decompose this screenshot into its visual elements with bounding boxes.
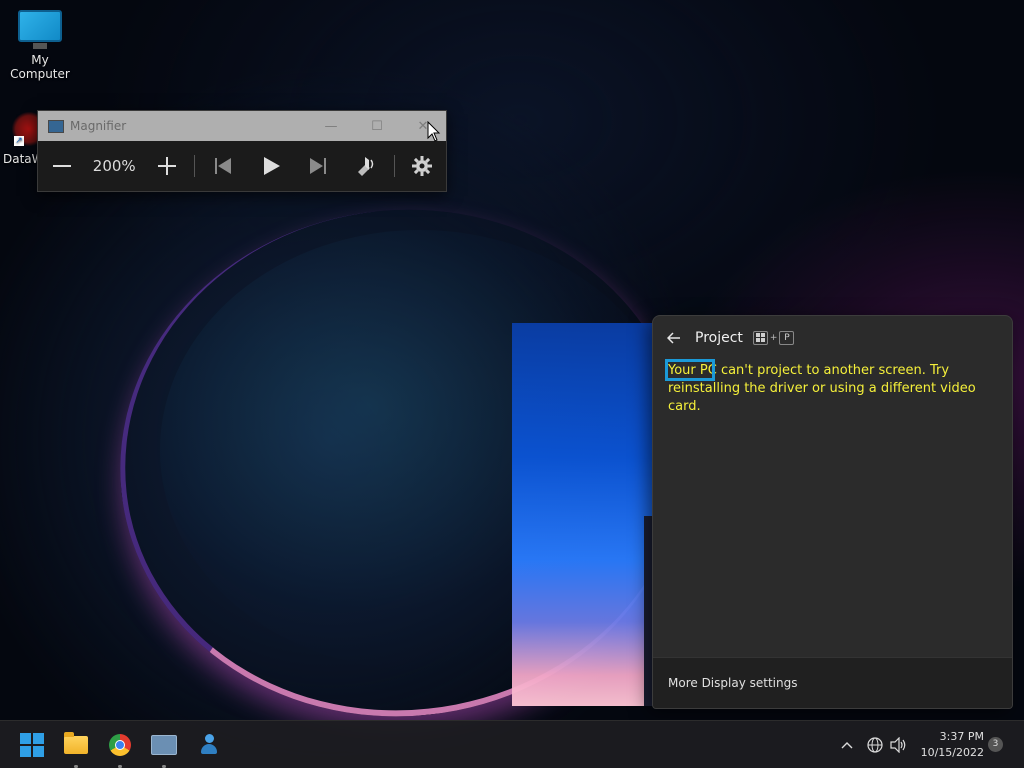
play-button[interactable]	[247, 141, 295, 191]
read-next-button[interactable]	[294, 141, 342, 191]
project-title: Project	[695, 330, 743, 346]
desktop-icon-dataw[interactable]: ↗ DataW	[0, 112, 46, 166]
taskbar-clock[interactable]: 3:37 PM 10/15/2022	[918, 729, 984, 761]
p-key-badge: P	[779, 331, 795, 345]
settings-button[interactable]	[398, 141, 446, 191]
file-explorer-button[interactable]	[60, 729, 92, 768]
windows-start-icon	[20, 733, 44, 757]
volume-button[interactable]	[888, 721, 910, 768]
minimize-button[interactable]: —	[308, 111, 354, 141]
play-icon	[263, 157, 280, 175]
magnifier-window: Magnifier — ☐ ✕ 200%	[37, 110, 447, 192]
globe-icon	[867, 737, 883, 753]
desktop-icon-label: DataW	[3, 152, 44, 166]
windows-logo-icon	[755, 333, 765, 342]
shortcut-plus: +	[769, 333, 778, 343]
magnifier-toolbar: 200%	[38, 141, 446, 191]
focus-highlight	[665, 359, 715, 381]
toolbar-separator	[194, 155, 196, 177]
people-icon	[197, 734, 219, 756]
project-error-message: Your PC can't project to another screen.…	[665, 359, 1004, 416]
gear-icon	[412, 156, 433, 176]
read-from-here-button[interactable]	[342, 141, 390, 191]
monitor-icon	[18, 10, 62, 49]
zoom-in-button[interactable]	[143, 141, 191, 191]
start-button[interactable]	[16, 729, 48, 761]
magnifier-title: Magnifier	[70, 119, 127, 133]
skip-forward-icon	[310, 158, 327, 174]
show-hidden-icons-button[interactable]	[836, 721, 858, 768]
wallpaper-light-beam	[512, 323, 652, 706]
clock-time: 3:37 PM	[939, 730, 984, 743]
magnifier-app-icon	[48, 119, 64, 133]
chevron-up-icon	[841, 742, 853, 749]
magnifier-taskbar-icon	[151, 735, 177, 755]
magnifier-titlebar[interactable]: Magnifier — ☐ ✕	[38, 111, 446, 141]
network-button[interactable]	[864, 721, 886, 768]
project-header: Project + P	[653, 316, 1012, 360]
zoom-out-button[interactable]	[38, 141, 86, 191]
mouse-cursor-icon	[427, 121, 441, 142]
taskbar: 3:37 PM 10/15/2022	[0, 720, 1024, 768]
project-footer: More Display settings	[653, 657, 1012, 708]
windows-key-badge	[752, 331, 768, 345]
read-aloud-icon	[357, 157, 373, 176]
shortcut-arrow-icon: ↗	[14, 136, 24, 146]
zoom-level: 200%	[92, 157, 136, 175]
project-panel: Project + P Your PC can't project to ano…	[652, 315, 1013, 709]
more-display-settings-link[interactable]: More Display settings	[668, 676, 797, 690]
notification-badge[interactable]: 3	[988, 737, 1003, 752]
plus-icon	[157, 157, 176, 175]
skip-back-icon	[215, 158, 232, 174]
speaker-icon	[890, 737, 906, 753]
read-previous-button[interactable]	[199, 141, 247, 191]
people-app-button[interactable]	[192, 729, 224, 761]
desktop-icon-my-computer[interactable]: My Computer	[0, 10, 80, 81]
maximize-button[interactable]: ☐	[354, 111, 400, 141]
magnifier-taskbar-button[interactable]	[148, 729, 180, 768]
chrome-button[interactable]	[104, 729, 136, 768]
desktop-icon-label: My Computer	[10, 53, 70, 81]
clock-date: 10/15/2022	[920, 746, 984, 759]
folder-icon	[64, 732, 88, 754]
back-arrow-icon	[666, 331, 680, 344]
toolbar-separator	[393, 155, 395, 177]
minus-icon	[52, 165, 71, 167]
back-button[interactable]	[653, 329, 695, 348]
window-controls: — ☐ ✕	[308, 111, 446, 141]
chrome-icon	[109, 734, 131, 756]
